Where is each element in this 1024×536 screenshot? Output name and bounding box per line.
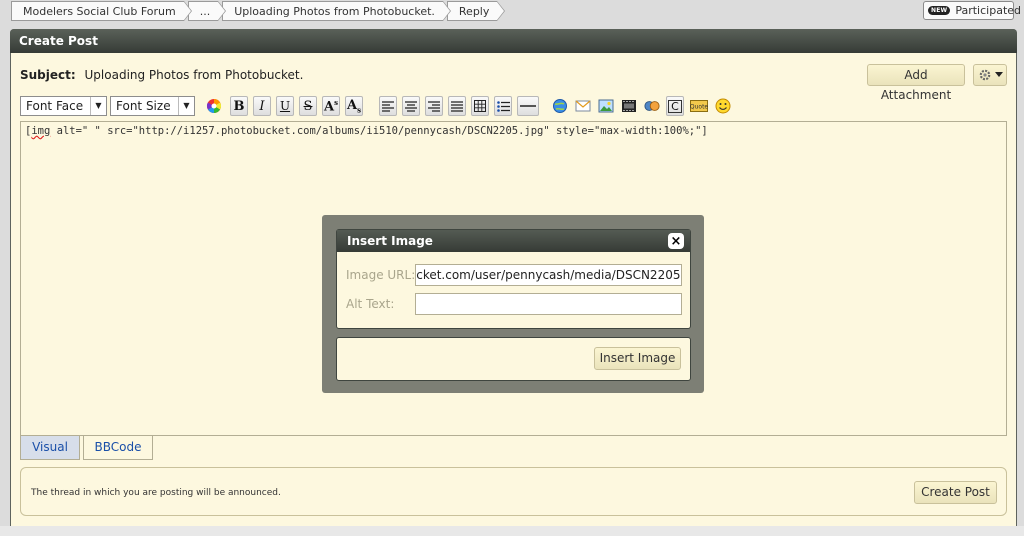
chevron-down-icon: ▼: [90, 97, 106, 115]
bulleted-list-icon: [496, 100, 510, 112]
alt-text-input[interactable]: [415, 293, 682, 315]
align-left-button[interactable]: [379, 96, 397, 116]
italic-button[interactable]: I: [253, 96, 271, 116]
image-url-input[interactable]: pucket.com/user/pennycash/media/DSCN2205…: [415, 264, 682, 286]
participated-label: Participated: [955, 4, 1022, 17]
svg-text:Quote: Quote: [690, 104, 708, 111]
email-icon: [575, 100, 591, 112]
quote-button[interactable]: Quote: [689, 96, 709, 116]
close-icon[interactable]: ×: [668, 233, 684, 249]
superscript-icon: As: [323, 97, 339, 115]
quote-icon: Quote: [690, 100, 708, 112]
font-face-select[interactable]: Font Face ▼: [20, 96, 107, 116]
page-bottom-strip: [0, 526, 1024, 536]
font-size-select[interactable]: Font Size ▼: [110, 96, 195, 116]
insert-image-button[interactable]: [597, 96, 615, 116]
bold-icon: B: [233, 98, 245, 114]
justify-button[interactable]: [448, 96, 466, 116]
insert-snapshot-button[interactable]: [643, 96, 661, 116]
align-right-icon: [428, 100, 440, 112]
font-face-value: Font Face: [26, 99, 84, 113]
italic-icon: I: [259, 98, 265, 114]
align-left-icon: [382, 100, 394, 112]
image-icon: [598, 99, 614, 113]
breadcrumb-item-forum[interactable]: Modelers Social Club Forum: [11, 1, 192, 21]
bulleted-list-button[interactable]: [494, 96, 512, 116]
subject-label: Subject:: [20, 68, 76, 82]
smiley-icon: [715, 98, 731, 114]
chevron-down-icon: [994, 72, 1003, 77]
create-post-button[interactable]: Create Post: [914, 481, 997, 504]
font-size-value: Font Size: [116, 99, 171, 113]
top-bar: Modelers Social Club Forum ... Uploading…: [0, 0, 1024, 22]
image-url-label: Image URL:: [346, 268, 416, 282]
smilies-button[interactable]: [714, 96, 732, 116]
editor-content: [img alt=" " src="http://i1257.photobuck…: [25, 125, 708, 137]
insert-image-form: Insert Image × Image URL: pucket.com/use…: [336, 229, 691, 329]
underline-icon: U: [279, 99, 291, 113]
snapshot-icon: [644, 101, 660, 111]
breadcrumb: Modelers Social Club Forum ... Uploading…: [11, 1, 506, 21]
gear-icon: [979, 69, 990, 81]
breadcrumb-item-reply[interactable]: Reply: [446, 1, 506, 21]
subscript-icon: As: [346, 97, 362, 115]
post-options-box: The thread in which you are posting will…: [20, 467, 1007, 516]
subscript-button[interactable]: As: [345, 96, 363, 116]
justify-icon: [451, 100, 463, 112]
insert-table-button[interactable]: [471, 96, 489, 116]
table-icon: [474, 100, 486, 112]
insert-link-button[interactable]: [551, 96, 569, 116]
settings-menu-button[interactable]: [973, 64, 1007, 86]
align-center-icon: [405, 100, 417, 112]
color-picker-button[interactable]: [205, 96, 223, 116]
code-button[interactable]: C: [666, 96, 684, 116]
tab-visual[interactable]: Visual: [20, 436, 80, 460]
participated-button[interactable]: NEW Participated: [923, 1, 1021, 20]
insert-image-button[interactable]: Insert Image: [594, 347, 681, 370]
align-center-button[interactable]: [402, 96, 420, 116]
breadcrumb-item-ellipsis[interactable]: ...: [187, 1, 226, 21]
announcement-note: The thread in which you are posting will…: [31, 488, 281, 498]
color-wheel-icon: [207, 99, 221, 113]
horizontal-rule-button[interactable]: [517, 96, 539, 116]
code-icon: C: [668, 99, 682, 113]
horizontal-rule-icon: [520, 105, 536, 107]
dialog-footer: Insert Image: [336, 337, 691, 381]
bold-button[interactable]: B: [230, 96, 248, 116]
film-icon: [622, 100, 636, 112]
alt-text-label: Alt Text:: [346, 297, 395, 311]
strikethrough-icon: S: [303, 98, 313, 114]
add-attachment-button[interactable]: Add Attachment: [867, 64, 965, 102]
dialog-title: Insert Image: [337, 230, 690, 252]
globe-link-icon: [553, 99, 567, 113]
tab-bbcode[interactable]: BBCode: [83, 436, 153, 460]
align-right-button[interactable]: [425, 96, 443, 116]
panel-title: Create Post: [10, 29, 1017, 53]
superscript-button[interactable]: As: [322, 96, 340, 116]
insert-email-button[interactable]: [574, 96, 592, 116]
subject-line: Subject: Uploading Photos from Photobuck…: [20, 68, 303, 82]
strikethrough-button[interactable]: S: [299, 96, 317, 116]
insert-video-button[interactable]: [620, 96, 638, 116]
breadcrumb-item-thread[interactable]: Uploading Photos from Photobucket.: [222, 1, 451, 21]
new-badge: NEW: [928, 6, 951, 15]
underline-button[interactable]: U: [276, 96, 294, 116]
subject-value: Uploading Photos from Photobucket.: [84, 68, 304, 82]
insert-image-dialog: Insert Image × Image URL: pucket.com/use…: [322, 215, 704, 393]
misspelled-word: img: [31, 125, 51, 137]
chevron-down-icon: ▼: [178, 97, 194, 115]
